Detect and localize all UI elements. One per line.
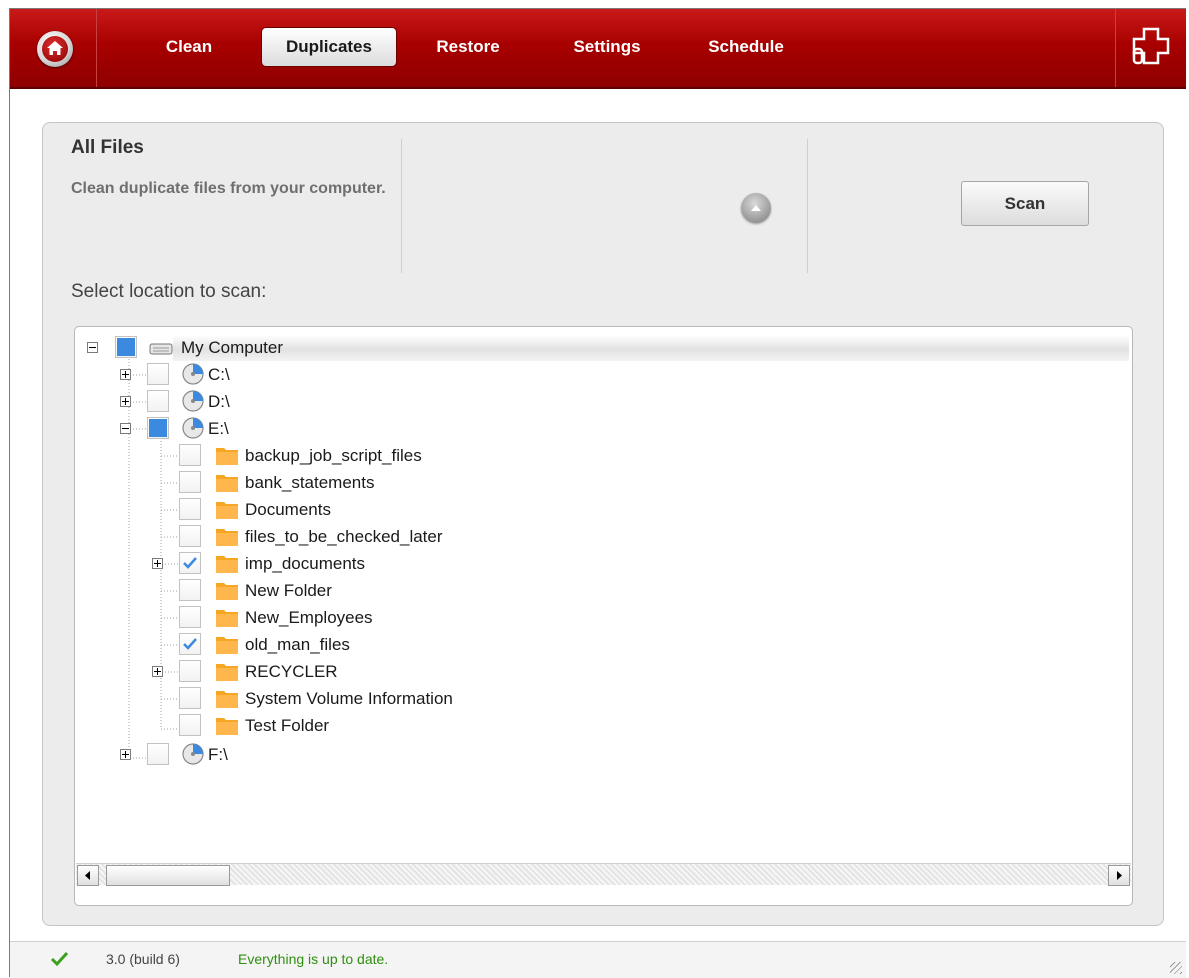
folder-icon (215, 443, 239, 467)
status-message: Everything is up to date. (238, 951, 389, 967)
checkbox[interactable] (179, 579, 201, 601)
checkbox[interactable] (179, 552, 201, 574)
expand-icon[interactable] (120, 369, 131, 380)
tab-clean[interactable]: Clean (149, 27, 229, 67)
logo-area (1115, 9, 1186, 87)
scan-button[interactable]: Scan (961, 181, 1089, 226)
tree-item-label[interactable]: E:\ (208, 419, 229, 439)
select-location-label: Select location to scan: (71, 281, 267, 302)
checkbox[interactable] (147, 363, 169, 385)
tree-item-label[interactable]: files_to_be_checked_later (245, 527, 443, 547)
tree-item-label[interactable]: imp_documents (245, 554, 365, 574)
tree-item-label[interactable]: F:\ (208, 745, 228, 765)
scroll-right-button[interactable] (1108, 865, 1130, 886)
divider (807, 139, 808, 273)
folder-icon (215, 578, 239, 602)
folder-icon (215, 551, 239, 575)
home-button[interactable] (37, 31, 73, 67)
tab-schedule[interactable]: Schedule (693, 27, 799, 67)
tree-item-label[interactable]: D:\ (208, 392, 230, 412)
checkbox[interactable] (179, 471, 201, 493)
folder-icon (215, 497, 239, 521)
tab-settings[interactable]: Settings (558, 27, 656, 67)
tree-item-label[interactable]: System Volume Information (245, 689, 453, 709)
checkbox[interactable] (179, 714, 201, 736)
folder-icon (215, 713, 239, 737)
checkbox[interactable] (147, 390, 169, 412)
tab-duplicates[interactable]: Duplicates (261, 27, 397, 67)
status-bar: 3.0 (build 6) Everything is up to date. (10, 941, 1186, 978)
app-window: Clean Duplicates Restore Settings Schedu… (9, 8, 1186, 978)
panel-title: All Files (71, 137, 144, 158)
expand-icon[interactable] (120, 396, 131, 407)
tree-drive-row[interactable]: F:\ (75, 327, 1132, 765)
checkbox[interactable] (179, 525, 201, 547)
tree-item-label[interactable]: New_Employees (245, 608, 373, 628)
tab-restore[interactable]: Restore (423, 27, 513, 67)
folder-tree[interactable]: My Computer C:\ D:\ E:\ backup_job_script_fi… (74, 326, 1133, 906)
tree-item-label[interactable]: old_man_files (245, 635, 350, 655)
folder-icon (215, 524, 239, 548)
folder-icon (215, 686, 239, 710)
version-label: 3.0 (build 6) (106, 951, 180, 967)
tree-item-label[interactable]: backup_job_script_files (245, 446, 422, 466)
chevron-up-icon (751, 205, 761, 211)
checkbox[interactable] (147, 417, 169, 439)
divider (401, 139, 402, 273)
checkbox[interactable] (179, 633, 201, 655)
checkbox[interactable] (179, 687, 201, 709)
tree-item-label[interactable]: bank_statements (245, 473, 374, 493)
arrow-right-icon (1117, 871, 1122, 880)
folder-icon (215, 659, 239, 683)
folder-icon (215, 470, 239, 494)
panel-description: Clean duplicate files from your computer… (71, 180, 386, 197)
checkmark-icon (50, 951, 69, 967)
horizontal-scrollbar[interactable] (76, 863, 1131, 886)
top-nav-bar: Clean Duplicates Restore Settings Schedu… (10, 9, 1186, 89)
drive-icon (181, 362, 205, 386)
check-icon (183, 557, 197, 569)
checkbox[interactable] (179, 660, 201, 682)
collapse-button[interactable] (741, 193, 771, 223)
arrow-left-icon (85, 871, 90, 880)
folder-icon (215, 605, 239, 629)
check-icon (183, 638, 197, 650)
home-area (10, 9, 97, 87)
expand-icon[interactable] (120, 749, 131, 760)
tree-item-label[interactable]: C:\ (208, 365, 230, 385)
scroll-left-button[interactable] (77, 865, 99, 886)
checkbox[interactable] (179, 606, 201, 628)
expand-icon[interactable] (152, 666, 163, 677)
home-icon (42, 36, 68, 62)
drive-icon (181, 389, 205, 413)
puzzle-logo-icon (1132, 27, 1170, 65)
collapse-icon[interactable] (120, 423, 131, 434)
main-panel: All Files Clean duplicate files from you… (42, 122, 1164, 926)
folder-icon (215, 632, 239, 656)
scroll-thumb[interactable] (106, 865, 230, 886)
tree-item-label[interactable]: Documents (245, 500, 331, 520)
tree-item-label[interactable]: RECYCLER (245, 662, 338, 682)
tree-item-label[interactable]: New Folder (245, 581, 332, 601)
checkbox[interactable] (147, 743, 169, 765)
expand-icon[interactable] (152, 558, 163, 569)
checkbox[interactable] (179, 498, 201, 520)
drive-icon (181, 742, 205, 766)
checkbox[interactable] (179, 444, 201, 466)
drive-icon (181, 416, 205, 440)
resize-grip[interactable] (1170, 962, 1182, 974)
tree-item-label[interactable]: Test Folder (245, 716, 329, 736)
